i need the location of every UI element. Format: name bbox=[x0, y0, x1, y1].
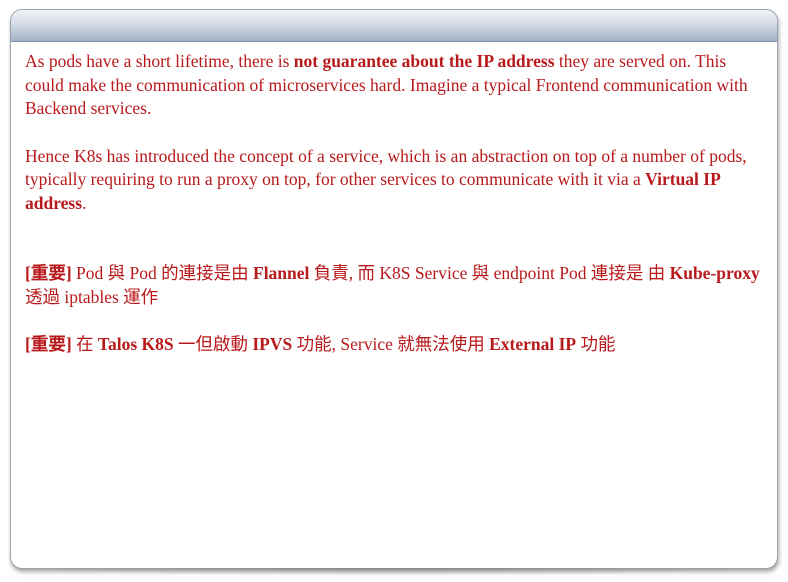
bold-external-ip: External IP bbox=[489, 334, 577, 354]
bold-kube-proxy: Kube-proxy bbox=[669, 263, 760, 283]
text-run: Hence K8s has introduced the concept of … bbox=[25, 145, 747, 190]
slide-stage: As pods have a short lifetime, there is … bbox=[0, 0, 788, 582]
bold-ipvs: IPVS bbox=[252, 334, 293, 354]
paragraph-important-ipvs: [重要] 在 Talos K8S 一但啟動 IPVS 功能, Service 就… bbox=[25, 333, 765, 357]
paragraph-pod-lifetime: As pods have a short lifetime, there is … bbox=[25, 50, 765, 121]
bold-talos-k8s: Talos K8S bbox=[97, 334, 174, 354]
text-run: Pod 與 Pod 的連接是由 bbox=[71, 263, 253, 283]
paragraph-important-flannel: [重要] Pod 與 Pod 的連接是由 Flannel 負責, 而 K8S S… bbox=[25, 262, 765, 309]
text-run: 功能 bbox=[576, 334, 616, 354]
important-tag: [重要] bbox=[25, 263, 72, 283]
card-bottom-shadow bbox=[30, 568, 756, 576]
text-run: 功能, Service 就無法使用 bbox=[292, 334, 490, 354]
paragraph-service-concept: Hence K8s has introduced the concept of … bbox=[25, 145, 765, 216]
important-tag: [重要] bbox=[25, 334, 72, 354]
text-run: . bbox=[82, 192, 87, 213]
text-run: 在 bbox=[71, 334, 98, 354]
text-run: As pods have a short lifetime, there is bbox=[25, 51, 294, 71]
text-run: 一但啟動 bbox=[173, 334, 253, 354]
bold-ip-guarantee: not guarantee about the IP address bbox=[293, 51, 555, 71]
text-run: 透過 iptables 運作 bbox=[25, 286, 159, 307]
card-header-bar bbox=[11, 10, 777, 42]
slide-content: As pods have a short lifetime, there is … bbox=[25, 50, 765, 357]
content-card: As pods have a short lifetime, there is … bbox=[10, 9, 778, 569]
bold-flannel: Flannel bbox=[253, 263, 310, 283]
text-run: 負責, 而 K8S Service 與 endpoint Pod 連接是 由 bbox=[309, 263, 670, 283]
